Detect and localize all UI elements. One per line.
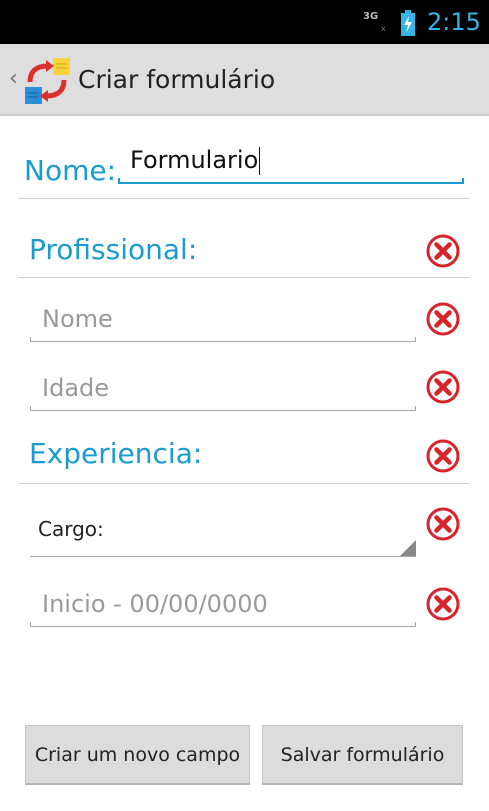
network-indicator: 3G bbox=[363, 11, 379, 22]
divider bbox=[18, 483, 469, 484]
field-cargo-spinner[interactable]: Cargo: bbox=[30, 500, 416, 557]
field-nome-input[interactable]: Nome bbox=[30, 298, 416, 342]
field-inicio-input[interactable]: Inicio - 00/00/0000 bbox=[30, 583, 416, 627]
remove-section-profissional-icon[interactable] bbox=[426, 234, 460, 268]
battery-charging-icon bbox=[401, 10, 415, 36]
remove-section-experiencia-icon[interactable] bbox=[426, 439, 460, 473]
form-name-label: Nome: bbox=[24, 154, 117, 187]
swap-forms-icon[interactable] bbox=[22, 56, 72, 106]
field-placeholder: Inicio - 00/00/0000 bbox=[42, 590, 268, 618]
input-underline-tick bbox=[30, 406, 31, 411]
network-no-data-indicator: x bbox=[381, 24, 386, 33]
clock: 2:15 bbox=[427, 8, 481, 36]
screen-title: Criar formulário bbox=[78, 65, 276, 94]
field-placeholder: Nome bbox=[42, 305, 113, 333]
section-title-experiencia: Experiencia: bbox=[29, 437, 203, 470]
field-placeholder: Idade bbox=[42, 374, 110, 402]
input-underline-tick bbox=[415, 622, 416, 627]
form-name-value[interactable]: Formulario bbox=[130, 146, 258, 174]
up-navigation-icon[interactable]: ‹ bbox=[9, 66, 18, 91]
input-underline-tick bbox=[415, 337, 416, 342]
divider bbox=[18, 198, 469, 199]
input-underline-tick bbox=[30, 337, 31, 342]
field-idade-input[interactable]: Idade bbox=[30, 367, 416, 411]
section-title-profissional: Profissional: bbox=[29, 233, 198, 266]
input-underline bbox=[30, 341, 416, 342]
text-cursor bbox=[259, 147, 261, 175]
input-underline-tick bbox=[30, 622, 31, 627]
spinner-arrow-icon bbox=[400, 540, 416, 556]
status-bar: 3G x 2:15 bbox=[0, 0, 489, 44]
save-form-button[interactable]: Salvar formulário bbox=[262, 725, 463, 785]
action-bar: ‹ Criar formulário bbox=[0, 44, 489, 116]
input-underline-tick bbox=[462, 178, 464, 184]
divider bbox=[18, 277, 469, 278]
remove-field-cargo-icon[interactable] bbox=[426, 507, 460, 541]
remove-field-inicio-icon[interactable] bbox=[426, 587, 460, 621]
remove-field-idade-icon[interactable] bbox=[426, 370, 460, 404]
spinner-underline bbox=[30, 556, 416, 557]
remove-field-nome-icon[interactable] bbox=[426, 302, 460, 336]
input-underline bbox=[30, 410, 416, 411]
input-underline-tick bbox=[118, 178, 120, 184]
new-field-button[interactable]: Criar um novo campo bbox=[25, 725, 250, 785]
input-underline bbox=[30, 626, 416, 627]
spinner-value: Cargo: bbox=[38, 517, 104, 541]
input-underline-tick bbox=[415, 406, 416, 411]
input-underline bbox=[118, 182, 464, 184]
form-name-input[interactable]: Formulario bbox=[118, 142, 464, 184]
